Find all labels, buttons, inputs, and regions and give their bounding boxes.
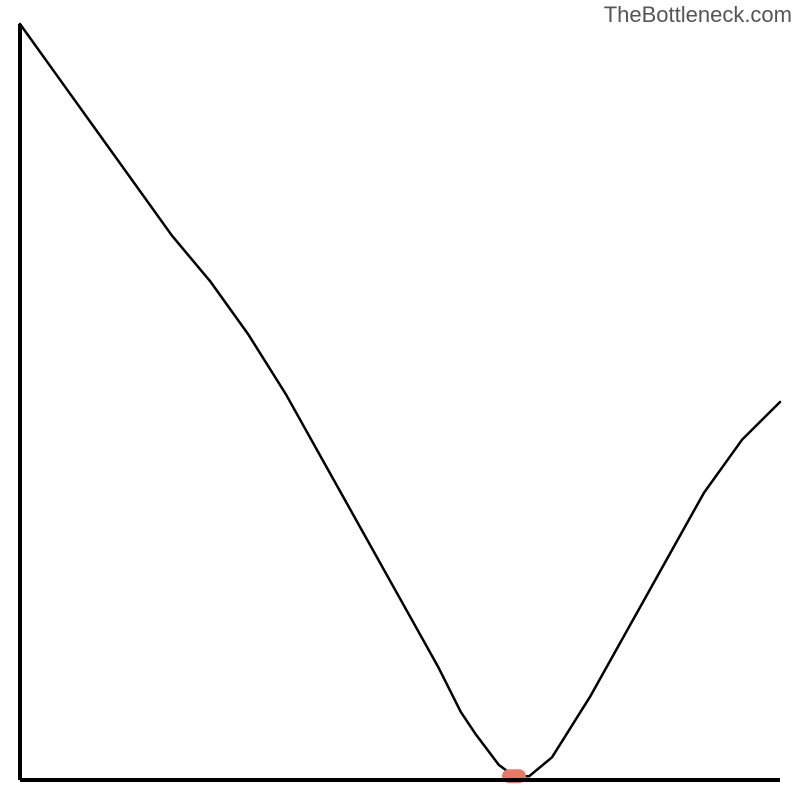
bottleneck-chart: [0, 0, 800, 800]
watermark-text: TheBottleneck.com: [604, 2, 792, 28]
chart-container: TheBottleneck.com: [0, 0, 800, 800]
plot-background: [20, 24, 780, 780]
